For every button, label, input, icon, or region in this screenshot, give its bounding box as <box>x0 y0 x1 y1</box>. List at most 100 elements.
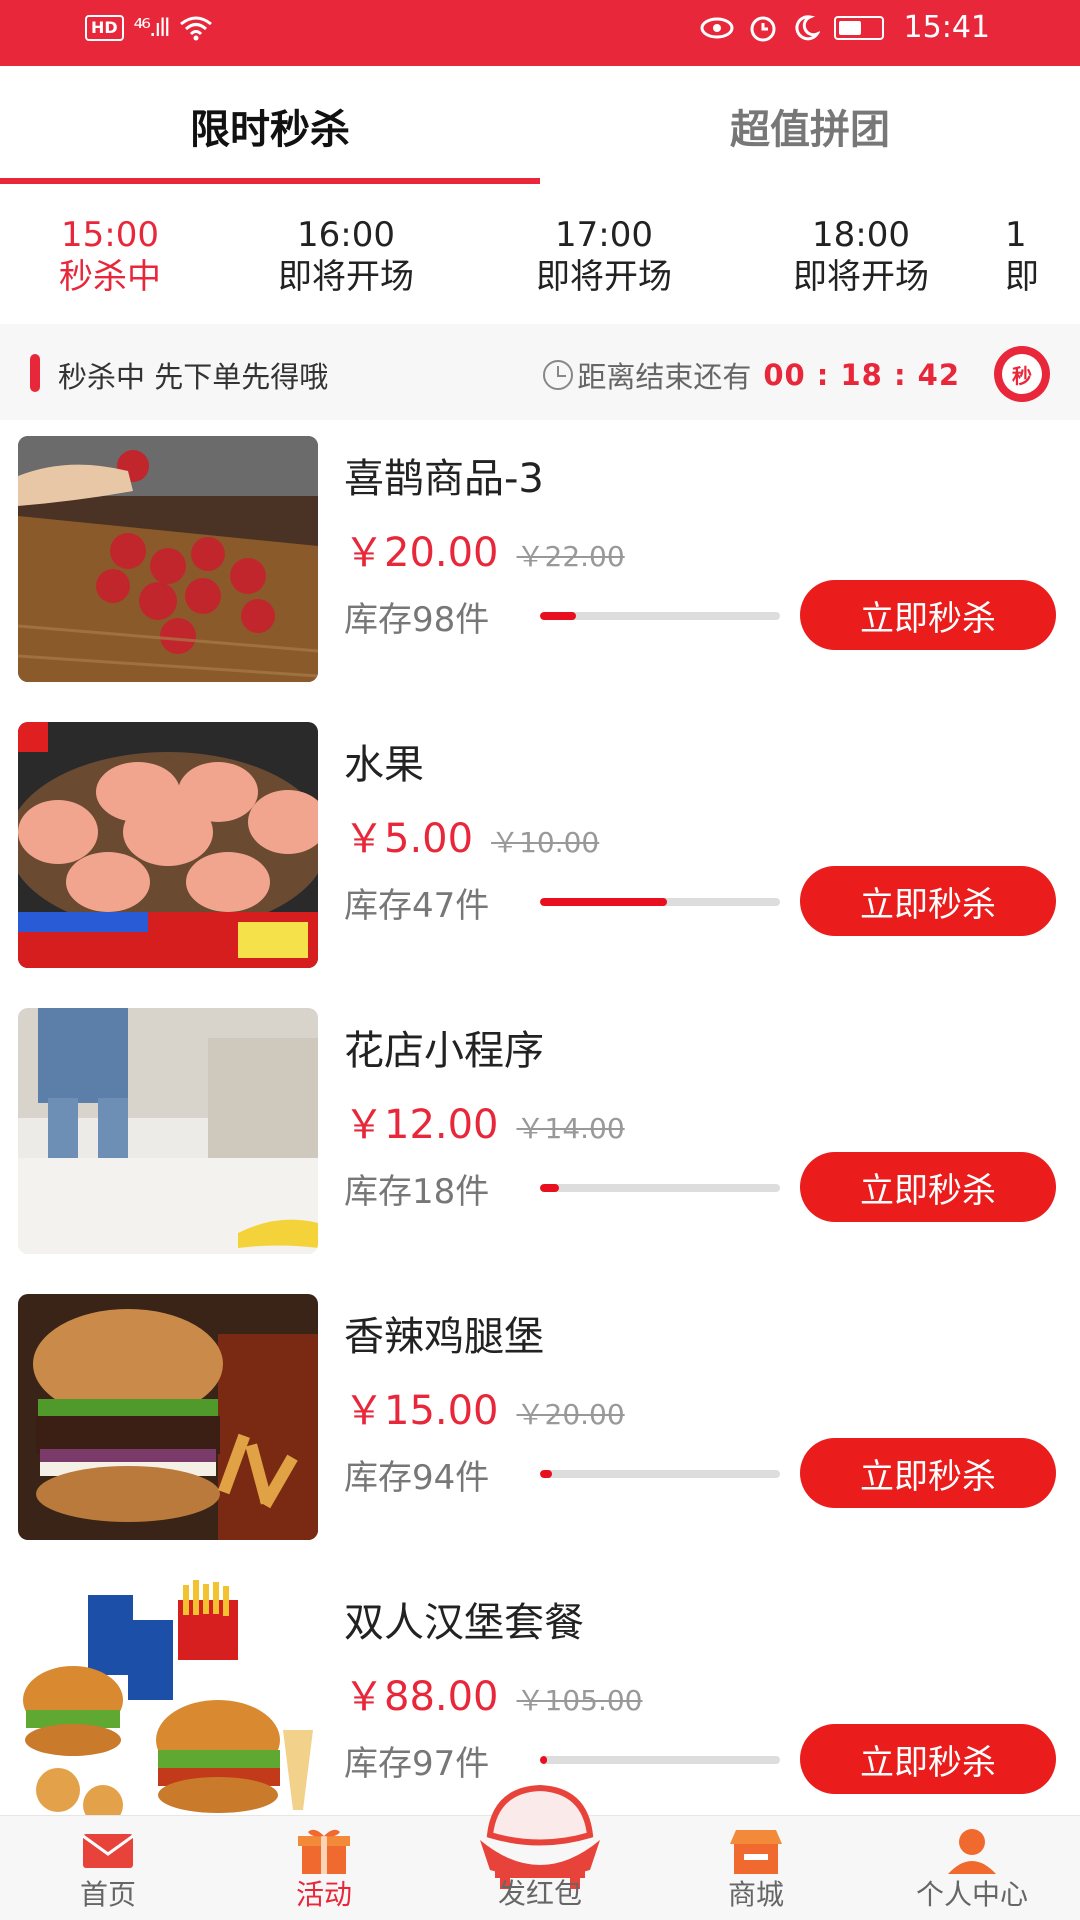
flash-sale-badge: 秒 <box>994 346 1050 402</box>
alarm-icon <box>750 16 776 41</box>
original-price: ￥20.00 <box>516 1398 625 1431</box>
nav-label: 商城 <box>727 1878 784 1911</box>
time-slot-1700[interactable]: 17:00 即将开场 <box>494 214 714 298</box>
product-image-apples[interactable] <box>18 436 318 682</box>
hd-icon: HD <box>85 15 124 41</box>
buy-now-button[interactable]: 立即秒杀 <box>800 866 1056 936</box>
product-name: 香辣鸡腿堡 <box>344 1314 544 1360</box>
slot-status: 即将开场 <box>536 257 672 297</box>
sale-price: ￥5.00 <box>344 816 474 862</box>
stock-label: 库存47件 <box>344 886 490 926</box>
slot-status: 秒杀中 <box>59 257 161 297</box>
product-name: 喜鹊商品-3 <box>344 456 544 502</box>
product-name: 水果 <box>344 742 424 788</box>
product-prices: ￥12.00 ￥14.00 <box>344 1092 625 1150</box>
stock-label: 库存98件 <box>344 600 490 640</box>
nav-activity[interactable]: 活动 <box>224 1816 424 1920</box>
sold-progress <box>540 1184 780 1192</box>
sold-progress-fill <box>540 898 668 906</box>
time-slot-next[interactable]: 1 即 <box>1005 214 1075 298</box>
page: HD ⁴⁶.ıll 15:41 限时秒杀 超值拼团 15:00 秒杀中 16:0… <box>0 0 1080 1920</box>
moon-icon <box>794 14 820 40</box>
sale-price: ￥15.00 <box>344 1388 499 1434</box>
flash-sale-badge-text: 秒 <box>1002 354 1042 394</box>
store-icon <box>730 1830 782 1874</box>
product-image-burger-combo[interactable] <box>18 1580 318 1815</box>
buy-now-button[interactable]: 立即秒杀 <box>800 1152 1056 1222</box>
original-price: ￥22.00 <box>516 540 625 573</box>
time-slot-1800[interactable]: 18:00 即将开场 <box>751 214 971 298</box>
slot-time: 16:00 <box>297 215 395 255</box>
product-image-flower-shop[interactable] <box>18 1008 318 1254</box>
user-icon <box>948 1829 996 1874</box>
slot-time: 17:00 <box>555 215 653 255</box>
time-slot-1500[interactable]: 15:00 秒杀中 <box>0 214 220 298</box>
original-price: ￥14.00 <box>516 1112 625 1145</box>
signal-icon: ⁴⁶.ıll <box>133 14 171 42</box>
sold-progress <box>540 1470 780 1478</box>
original-price: ￥105.00 <box>516 1684 643 1717</box>
sold-progress <box>540 1756 780 1764</box>
product-list[interactable]: 喜鹊商品-3 ￥20.00 ￥22.00 库存98件 立即秒杀 水果 ￥5.00… <box>0 420 1080 1815</box>
sold-progress-fill <box>540 1184 560 1192</box>
nav-label-red-packet[interactable]: 发红包 <box>440 1872 640 1912</box>
sold-progress-fill <box>540 1470 552 1478</box>
product-name: 花店小程序 <box>344 1028 544 1074</box>
product-prices: ￥5.00 ￥10.00 <box>344 806 599 864</box>
flash-info-bar: 秒杀中 先下单先得哦 距离结束还有 00 : 18 : 42 秒 <box>0 336 1080 408</box>
accent-marker <box>30 354 40 392</box>
nav-label: 首页 <box>79 1878 136 1911</box>
sold-progress-fill <box>540 1756 548 1764</box>
countdown-label: 距离结束还有 <box>577 360 752 394</box>
product-item[interactable]: 水果 ￥5.00 ￥10.00 库存47件 立即秒杀 <box>0 706 1080 992</box>
time-slot-bar[interactable]: 15:00 秒杀中 16:00 即将开场 17:00 即将开场 18:00 即将… <box>0 186 1080 324</box>
product-item[interactable]: 喜鹊商品-3 ￥20.00 ￥22.00 库存98件 立即秒杀 <box>0 420 1080 706</box>
slot-time: 15:00 <box>61 215 159 255</box>
stock-label: 库存94件 <box>344 1458 490 1498</box>
sold-progress <box>540 898 780 906</box>
product-image-chicken-burger[interactable] <box>18 1294 318 1540</box>
slot-time: 18:00 <box>812 215 910 255</box>
slot-status: 即将开场 <box>793 257 929 297</box>
original-price: ￥10.00 <box>491 826 600 859</box>
product-name: 双人汉堡套餐 <box>344 1600 584 1646</box>
sale-price: ￥12.00 <box>344 1102 499 1148</box>
stock-label: 库存18件 <box>344 1172 490 1212</box>
clock-icon <box>543 360 574 390</box>
buy-now-button[interactable]: 立即秒杀 <box>800 1724 1056 1794</box>
product-prices: ￥88.00 ￥105.00 <box>344 1664 643 1722</box>
nav-profile[interactable]: 个人中心 <box>872 1816 1072 1920</box>
slot-time: 1 <box>1005 215 1027 255</box>
buy-now-button[interactable]: 立即秒杀 <box>800 580 1056 650</box>
flash-info-text: 秒杀中 先下单先得哦 <box>58 360 329 394</box>
product-item[interactable]: 香辣鸡腿堡 ￥15.00 ￥20.00 库存94件 立即秒杀 <box>0 1278 1080 1564</box>
sold-progress-fill <box>540 612 576 620</box>
buy-now-button[interactable]: 立即秒杀 <box>800 1438 1056 1508</box>
sold-progress <box>540 612 780 620</box>
product-item[interactable]: 双人汉堡套餐 ￥88.00 ￥105.00 库存97件 立即秒杀 <box>0 1564 1080 1815</box>
stock-label: 库存97件 <box>344 1744 490 1784</box>
product-item[interactable]: 花店小程序 ￥12.00 ￥14.00 库存18件 立即秒杀 <box>0 992 1080 1278</box>
battery-icon <box>833 15 884 40</box>
countdown-value: 00 : 18 : 42 <box>763 358 960 392</box>
countdown-timer: 距离结束还有 00 : 18 : 42 <box>543 354 960 396</box>
status-left: HD ⁴⁶.ıll <box>85 14 213 42</box>
tab-group-buy[interactable]: 超值拼团 <box>540 66 1080 186</box>
product-prices: ￥20.00 ￥22.00 <box>344 520 625 578</box>
time-slot-1600[interactable]: 16:00 即将开场 <box>236 214 456 298</box>
eye-icon <box>700 17 734 38</box>
gift-icon <box>298 1829 350 1874</box>
product-prices: ￥15.00 ￥20.00 <box>344 1378 625 1436</box>
tab-indicator <box>0 178 540 184</box>
wifi-icon <box>179 16 212 41</box>
slot-status: 即 <box>1005 257 1039 297</box>
top-tabs: 限时秒杀 超值拼团 <box>0 66 1080 186</box>
tab-flash-sale[interactable]: 限时秒杀 <box>0 66 540 186</box>
status-bar: HD ⁴⁶.ıll 15:41 <box>0 0 1080 66</box>
nav-home[interactable]: 首页 <box>8 1816 208 1920</box>
status-right: 15:41 <box>700 10 990 45</box>
nav-mall[interactable]: 商城 <box>656 1816 856 1920</box>
status-time: 15:41 <box>903 10 990 45</box>
sale-price: ￥20.00 <box>344 530 499 576</box>
product-image-peaches[interactable] <box>18 722 318 968</box>
